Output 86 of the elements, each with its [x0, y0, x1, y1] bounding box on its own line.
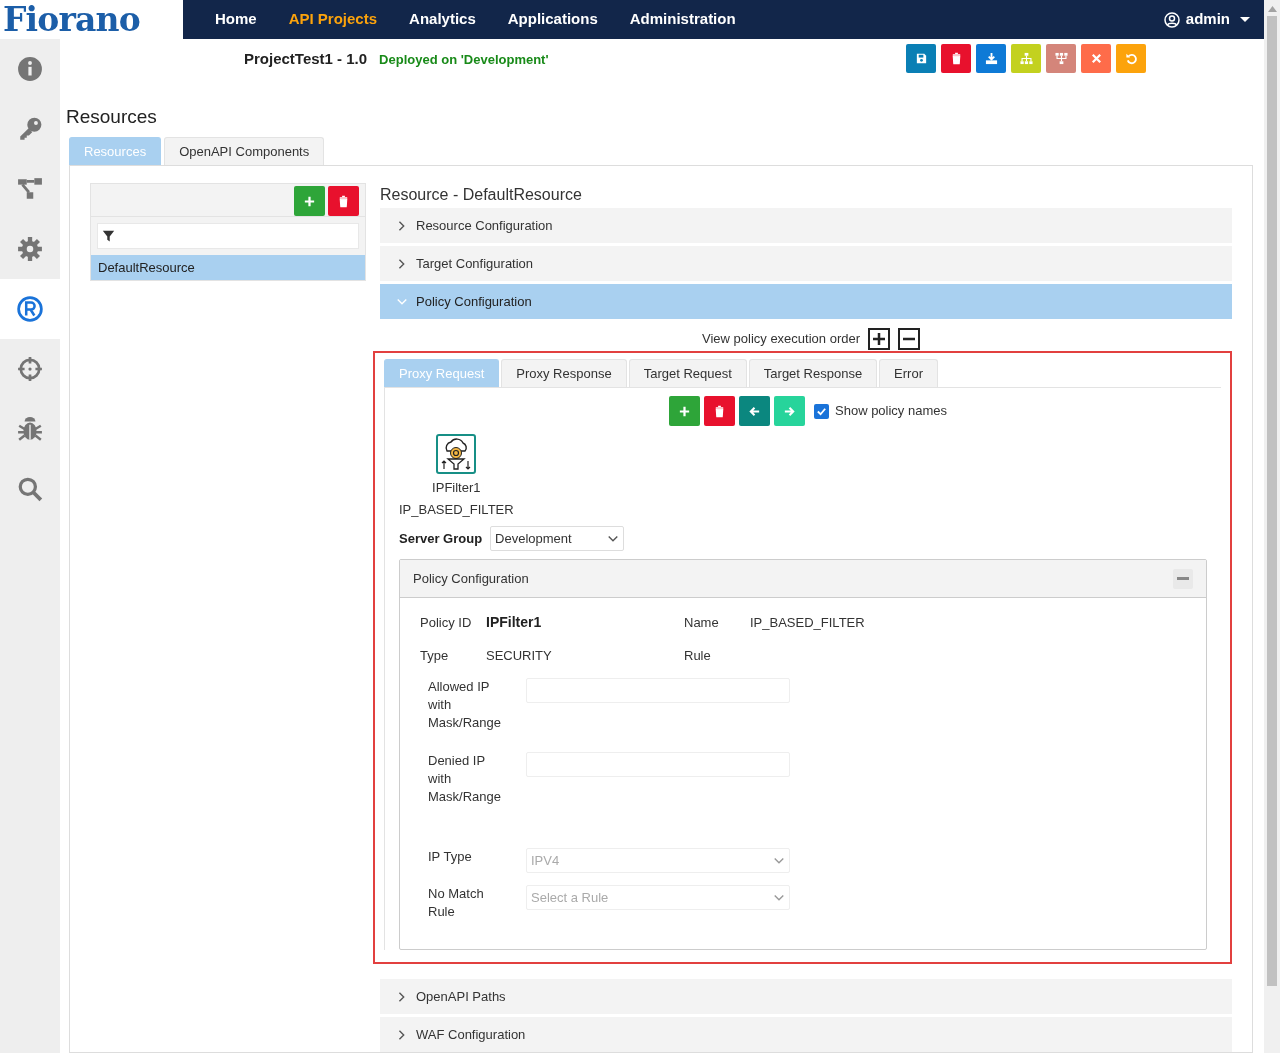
checkmark-icon — [816, 405, 827, 417]
download-button[interactable] — [976, 44, 1006, 73]
sidebar-item[interactable] — [0, 279, 60, 339]
key-icon — [17, 116, 43, 142]
delete-button[interactable] — [328, 186, 359, 216]
plus-icon — [303, 194, 316, 208]
network-button[interactable] — [1046, 44, 1076, 73]
accordion-header[interactable]: OpenAPI Paths — [380, 979, 1232, 1014]
field-label: Denied IP with Mask/Range — [428, 752, 502, 806]
panel-title: Policy Configuration — [413, 569, 529, 588]
info-icon — [17, 56, 43, 82]
delete-policy-button[interactable] — [704, 396, 735, 426]
scroll-up-arrow-icon[interactable] — [1267, 6, 1277, 12]
save-button[interactable] — [906, 44, 936, 73]
field-label: No Match Rule — [428, 885, 485, 921]
nav-link[interactable]: Analytics — [409, 8, 476, 31]
server-group-label: Server Group — [399, 529, 483, 548]
undo-icon — [1124, 52, 1138, 65]
nav-link[interactable]: Home — [215, 8, 257, 31]
checkbox-label: Show policy names — [835, 402, 947, 421]
user-icon — [1163, 11, 1180, 28]
field-label: Allowed IP with Mask/Range — [428, 678, 502, 732]
delete-icon — [337, 194, 350, 208]
filter-icon — [102, 229, 115, 243]
deploy-status: Deployed on 'Development' — [379, 50, 549, 69]
field-label: IP Type — [428, 848, 473, 866]
expand-button[interactable] — [868, 328, 890, 350]
policy-id-label: IPFilter1 — [432, 479, 481, 497]
arrow-right-icon — [783, 404, 796, 418]
project-title: ProjectTest1 - 1.0 — [244, 49, 368, 69]
delete-icon — [713, 404, 726, 418]
execution-order-label: View policy execution order — [702, 330, 860, 349]
field-label: Name — [684, 614, 720, 632]
logo: Fiorano — [3, 3, 140, 36]
tab[interactable]: Target Request — [628, 359, 747, 387]
user-menu[interactable]: admin — [1163, 8, 1250, 31]
flowchart-icon — [17, 176, 43, 202]
filter-policy-icon[interactable] — [436, 434, 477, 474]
tab[interactable]: Target Response — [748, 359, 878, 387]
field-value: SECURITY — [486, 647, 553, 665]
close-icon — [1089, 52, 1103, 65]
accordion-header[interactable]: Policy Configuration — [380, 284, 1232, 319]
nav-link[interactable]: API Projects — [288, 8, 378, 31]
delete-button[interactable] — [941, 44, 971, 73]
plus-icon — [678, 404, 691, 418]
accordion-header[interactable]: Target Configuration — [380, 246, 1232, 281]
save-icon — [914, 52, 928, 65]
search-icon — [17, 476, 43, 502]
scrollbar-thumb[interactable] — [1267, 16, 1277, 986]
field-label: Type — [420, 647, 450, 665]
close-button[interactable] — [1081, 44, 1111, 73]
settings-icon — [17, 236, 43, 262]
minus-icon — [1177, 576, 1189, 581]
caret-icon — [1240, 16, 1250, 23]
tab[interactable]: Proxy Response — [501, 359, 627, 387]
hierarchy-icon — [1019, 52, 1033, 65]
collapse-button[interactable] — [898, 328, 920, 350]
collapse-panel-button[interactable] — [1173, 568, 1193, 589]
filter-field[interactable] — [97, 223, 359, 249]
resource-heading: Resource - DefaultResource — [380, 185, 583, 205]
minus-box-icon — [898, 328, 920, 350]
add-policy-button[interactable] — [669, 396, 700, 426]
tab[interactable]: OpenAPI Components — [164, 137, 325, 165]
field-label: Policy ID — [420, 614, 473, 632]
resource-list-item[interactable]: DefaultResource — [91, 255, 365, 280]
server-group-dropdown[interactable]: Development — [490, 526, 625, 551]
field-value: IPFilter1 — [486, 613, 543, 632]
registered-icon — [17, 296, 43, 322]
download-icon — [984, 52, 998, 65]
arrow-left-icon — [748, 404, 761, 418]
tab[interactable]: Error — [879, 359, 938, 387]
plus-box-icon — [868, 328, 890, 350]
crosshair-icon — [17, 356, 43, 382]
bug-icon — [17, 416, 43, 442]
move-left-button[interactable] — [739, 396, 770, 426]
field-value: IP_BASED_FILTER — [750, 614, 866, 632]
add-button[interactable] — [294, 186, 325, 216]
accordion-header[interactable]: WAF Configuration — [380, 1017, 1232, 1052]
nav-link[interactable]: Administration — [629, 8, 736, 31]
nav-link[interactable]: Applications — [507, 8, 598, 31]
page-title: Resources — [66, 105, 158, 129]
field-label: Rule — [684, 647, 712, 665]
network-icon — [1054, 52, 1068, 65]
policy-name-label: IP_BASED_FILTER — [399, 501, 514, 519]
accordion-header[interactable]: Resource Configuration — [380, 208, 1232, 243]
checkbox[interactable] — [814, 403, 829, 419]
